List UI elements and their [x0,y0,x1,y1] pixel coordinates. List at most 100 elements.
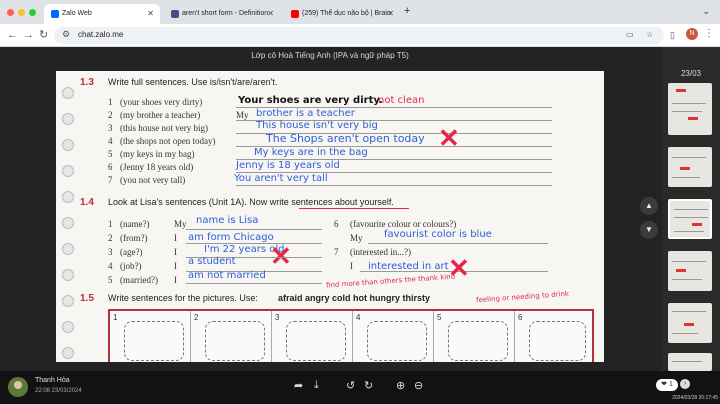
maximize-window-icon[interactable] [29,9,36,16]
address-bar[interactable]: ⚙ chat.zalo.me ▭ ☆ [54,27,664,44]
answer-married: am not married [188,270,266,281]
profile-avatar[interactable]: N [686,28,698,40]
thumbnail[interactable] [668,95,712,135]
share-icon[interactable]: ➦ [294,379,303,392]
word-bank: afraid angry cold hot hungry thirsty [278,293,431,303]
picture-frame: 4 [353,311,434,362]
back-icon[interactable]: ← [7,28,18,42]
tab-zalo[interactable]: Zalo Web ✕ [44,4,160,24]
answer-2: brother is a teacher [256,108,355,119]
binder-hole [62,113,74,125]
browser-toolbar: ← → ↻ ⚙ chat.zalo.me ▭ ☆ ▯ N ⋮ [0,24,720,47]
binder-hole [62,321,74,333]
illustration [448,321,508,361]
site-info-icon[interactable]: ⚙ [62,29,70,40]
answer-line [186,283,322,284]
answer-7: You aren't very tall [234,173,328,184]
illustration [205,321,265,361]
menu-icon[interactable]: ⋮ [704,28,714,39]
picture-frame: 2 [191,311,272,362]
url-text: chat.zalo.me [78,30,124,39]
binder-hole [62,87,74,99]
tab-youtube[interactable]: (259) Thể dục não bộ | Brain ✕ [284,4,400,24]
binder-hole [62,347,74,359]
close-window-icon[interactable] [7,9,14,16]
sender-name: Thanh Hòa [35,377,70,384]
youtube-icon [291,10,299,18]
sidepanel-icon[interactable]: ▯ [670,28,675,42]
binder-hole [62,217,74,229]
answer-line [368,243,548,244]
binder-hole [62,243,74,255]
screen: Zalo Web ✕ aren't short form - Definitio… [0,0,720,404]
close-tab-icon[interactable]: ✕ [267,9,274,18]
answer-job: a student [188,256,236,267]
binder-holes [62,71,76,362]
exercise-number: 1.3 [80,77,94,88]
exercise-number: 1.4 [80,197,94,208]
picture-strip: 1 2 3 4 5 6 [108,309,594,362]
answer-line [186,229,322,230]
binder-hole [62,295,74,307]
answer-name: name is Lisa [196,215,259,226]
zoom-out-icon[interactable]: ⊖ [414,379,423,392]
cast-icon[interactable]: ▭ [626,30,634,39]
answer-from: am form Chicago [188,232,274,243]
teacher-mark: not clean [378,95,425,106]
image-viewer: Lớp cô Hoà Tiếng Anh (IPA và ngữ pháp T5… [0,47,720,371]
answer-1: Your shoes are very dirty. [238,95,383,106]
rotate-right-icon[interactable]: ↻ [364,379,373,392]
exercise-number: 1.5 [80,293,94,304]
answer-6: Jenny is 18 years old [236,160,340,171]
thumbnail[interactable] [668,353,712,371]
tab-dictionary[interactable]: aren't short form - Definition ✕ [164,4,280,24]
answer-5: My keys are in the bag [254,147,368,158]
wrong-mark: ✕ [270,241,292,271]
binder-hole [62,191,74,203]
zoom-in-icon[interactable]: ⊕ [396,379,405,392]
minimize-window-icon[interactable] [18,9,25,16]
picture-frame: 5 [434,311,515,362]
exercise-instruction: Look at Lisa's sentences (Unit 1A). Now … [108,197,394,207]
answer-4: The Shops aren't open today [266,132,425,145]
previous-image-button[interactable]: ▲ [640,197,658,215]
illustration [124,321,184,361]
illustration [286,321,346,361]
teacher-underline [299,208,409,209]
binder-hole [62,269,74,281]
thumbnail[interactable] [668,147,712,187]
reload-icon[interactable]: ↻ [39,28,48,42]
illustration [529,321,586,361]
binder-hole [62,139,74,151]
tab-search-icon[interactable]: ⌄ [702,6,710,17]
viewer-footer: Thanh Hòa 22:08 23/03/2024 ➦ ⤓ ↺ ↻ ⊕ ⊖ ❤… [0,371,720,404]
picture-frame: 3 [272,311,353,362]
sent-time: 22:08 23/03/2024 [35,388,82,394]
forward-icon[interactable]: → [23,28,34,42]
zalo-icon [51,10,59,18]
new-tab-button[interactable]: + [404,5,410,17]
picture-frame: 1 [110,311,191,362]
rotate-left-icon[interactable]: ↺ [346,379,355,392]
picture-frame: 6 [515,311,592,362]
thumbnail[interactable] [668,303,712,343]
thumbnail[interactable] [668,251,712,291]
thumbnail-selected[interactable] [668,199,712,239]
page-counter: 23/03 [680,69,702,78]
reaction-button[interactable]: ❤ 1 [656,379,678,391]
close-tab-icon[interactable]: ✕ [387,9,394,18]
next-image-button[interactable]: ▼ [640,221,658,239]
worksheet-photo: 1.3 Write full sentences. Use is/isn't/a… [56,71,604,362]
tab-bar: Zalo Web ✕ aren't short form - Definitio… [0,0,720,24]
exercise-instruction: Write sentences for the pictures. Use: [108,293,258,303]
teacher-note: feeling or needing to drink [475,289,570,305]
more-reactions-icon[interactable]: › [680,379,690,389]
binder-hole [62,165,74,177]
download-icon[interactable]: ⤓ [314,379,319,392]
close-tab-icon[interactable]: ✕ [147,9,154,18]
answer-line [236,185,552,186]
wrong-mark: ✕ [438,123,460,153]
bookmark-star-icon[interactable]: ☆ [646,30,653,39]
answer-colour: favourist color is blue [384,229,492,240]
sender-avatar [8,377,28,397]
